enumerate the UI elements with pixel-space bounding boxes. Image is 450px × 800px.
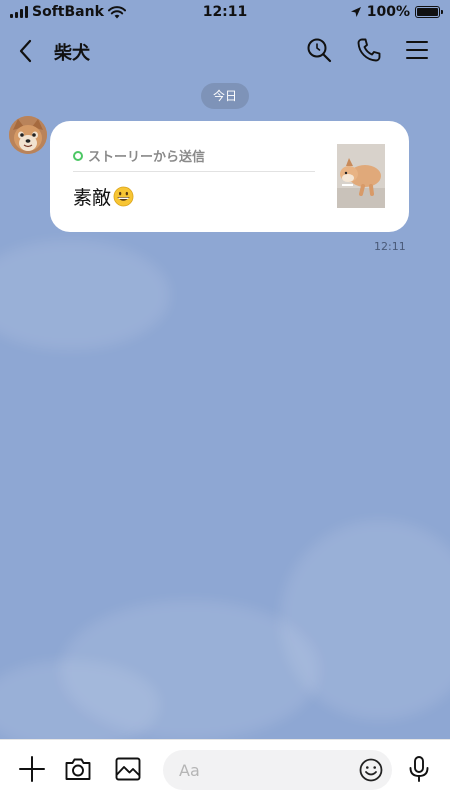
chat-screen: SoftBank 12:11 100% 柴犬 今日 ストーリーから送信 素敵 1… — [0, 0, 450, 800]
location-icon — [350, 7, 361, 17]
input-bar — [0, 739, 450, 800]
message-body: 素敵 — [73, 187, 112, 209]
avatar[interactable] — [9, 116, 47, 154]
camera-icon[interactable] — [63, 754, 93, 784]
phone-icon[interactable] — [355, 36, 383, 64]
story-thumbnail[interactable] — [337, 144, 385, 208]
menu-icon[interactable] — [403, 36, 431, 64]
back-icon[interactable] — [14, 36, 40, 66]
background-cloud — [0, 660, 160, 750]
date-separator: 今日 — [201, 83, 249, 109]
story-reply-label: ストーリーから送信 — [73, 146, 205, 165]
message-input-wrapper — [163, 750, 392, 790]
message-text: 素敵 — [73, 183, 134, 210]
background-cloud — [0, 240, 170, 350]
image-icon[interactable] — [113, 754, 143, 784]
battery-icon — [415, 6, 443, 18]
search-icon[interactable] — [305, 36, 333, 64]
message-input[interactable] — [179, 750, 349, 790]
message-bubble[interactable]: ストーリーから送信 素敵 — [50, 121, 409, 232]
message-timestamp: 12:11 — [374, 240, 406, 253]
microphone-icon[interactable] — [404, 754, 434, 784]
status-right: 100% — [350, 4, 443, 20]
battery-percent: 100% — [366, 4, 410, 20]
story-reply-text: ストーリーから送信 — [88, 150, 206, 165]
emoji-icon[interactable] — [358, 757, 384, 783]
status-bar: SoftBank 12:11 100% — [0, 0, 450, 26]
shiba-avatar-image — [9, 116, 47, 154]
grinning-face-emoji — [113, 186, 134, 207]
shiba-story-image — [337, 144, 385, 208]
bubble-divider — [73, 171, 315, 172]
chat-header: 柴犬 — [0, 30, 450, 72]
story-ring-icon — [73, 150, 83, 161]
chat-title: 柴犬 — [54, 43, 90, 64]
plus-icon[interactable] — [17, 754, 47, 784]
